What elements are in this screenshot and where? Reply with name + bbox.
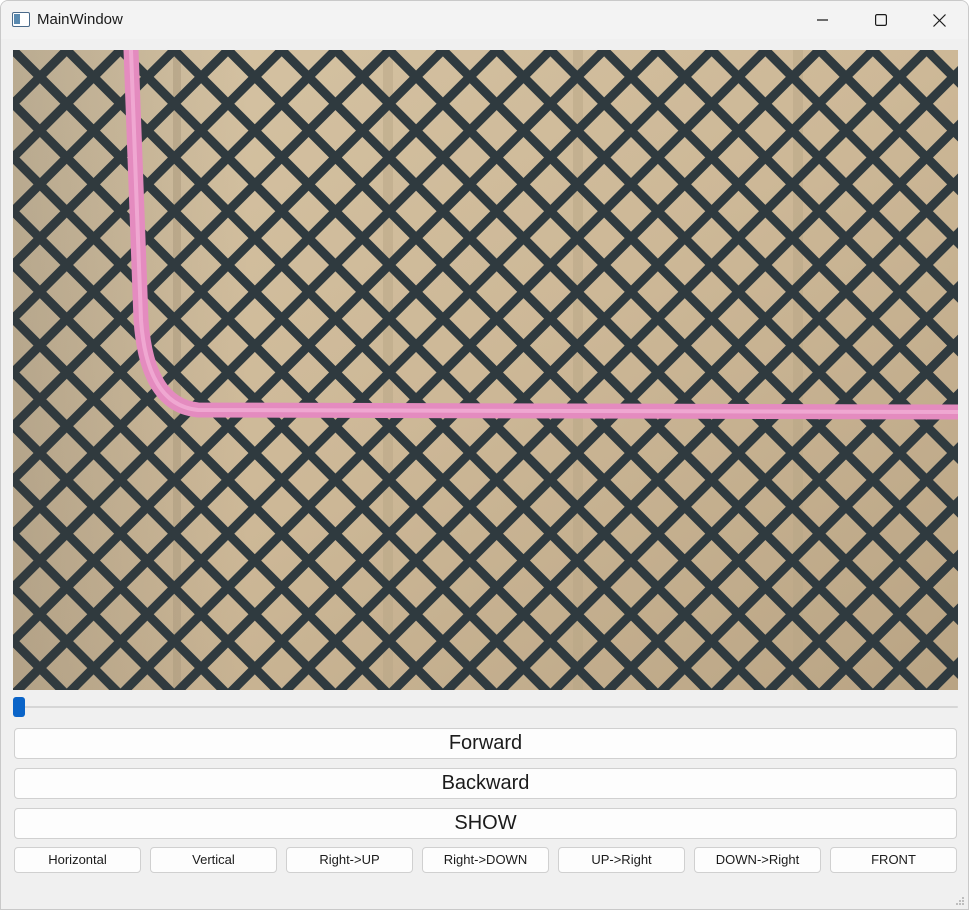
down-right-button[interactable]: DOWN->Right bbox=[694, 847, 821, 873]
up-right-button[interactable]: UP->Right bbox=[558, 847, 685, 873]
close-button[interactable] bbox=[910, 1, 968, 39]
position-slider[interactable] bbox=[13, 697, 958, 717]
maximize-button[interactable] bbox=[852, 1, 910, 39]
close-icon bbox=[932, 13, 946, 27]
resize-grip-icon[interactable] bbox=[955, 896, 965, 906]
maximize-icon bbox=[875, 14, 887, 26]
slider-groove bbox=[13, 706, 958, 708]
minimize-icon bbox=[817, 19, 828, 21]
minimize-button[interactable] bbox=[794, 1, 852, 39]
direction-button-row: Horizontal Vertical Right->UP Right->DOW… bbox=[14, 847, 957, 873]
slider-handle[interactable] bbox=[13, 697, 25, 717]
video-frame-image bbox=[13, 50, 958, 690]
front-button[interactable]: FRONT bbox=[830, 847, 957, 873]
right-down-button[interactable]: Right->DOWN bbox=[422, 847, 549, 873]
title-bar[interactable]: MainWindow bbox=[1, 1, 968, 39]
window-title: MainWindow bbox=[37, 11, 123, 28]
vertical-button[interactable]: Vertical bbox=[150, 847, 277, 873]
show-button[interactable]: SHOW bbox=[14, 808, 957, 839]
forward-button[interactable]: Forward bbox=[14, 728, 957, 759]
horizontal-button[interactable]: Horizontal bbox=[14, 847, 141, 873]
main-window: MainWindow Forward Backward SHOW Horizon… bbox=[0, 0, 969, 910]
backward-button[interactable]: Backward bbox=[14, 768, 957, 799]
right-up-button[interactable]: Right->UP bbox=[286, 847, 413, 873]
app-window-icon bbox=[12, 12, 30, 27]
video-display bbox=[13, 50, 958, 690]
